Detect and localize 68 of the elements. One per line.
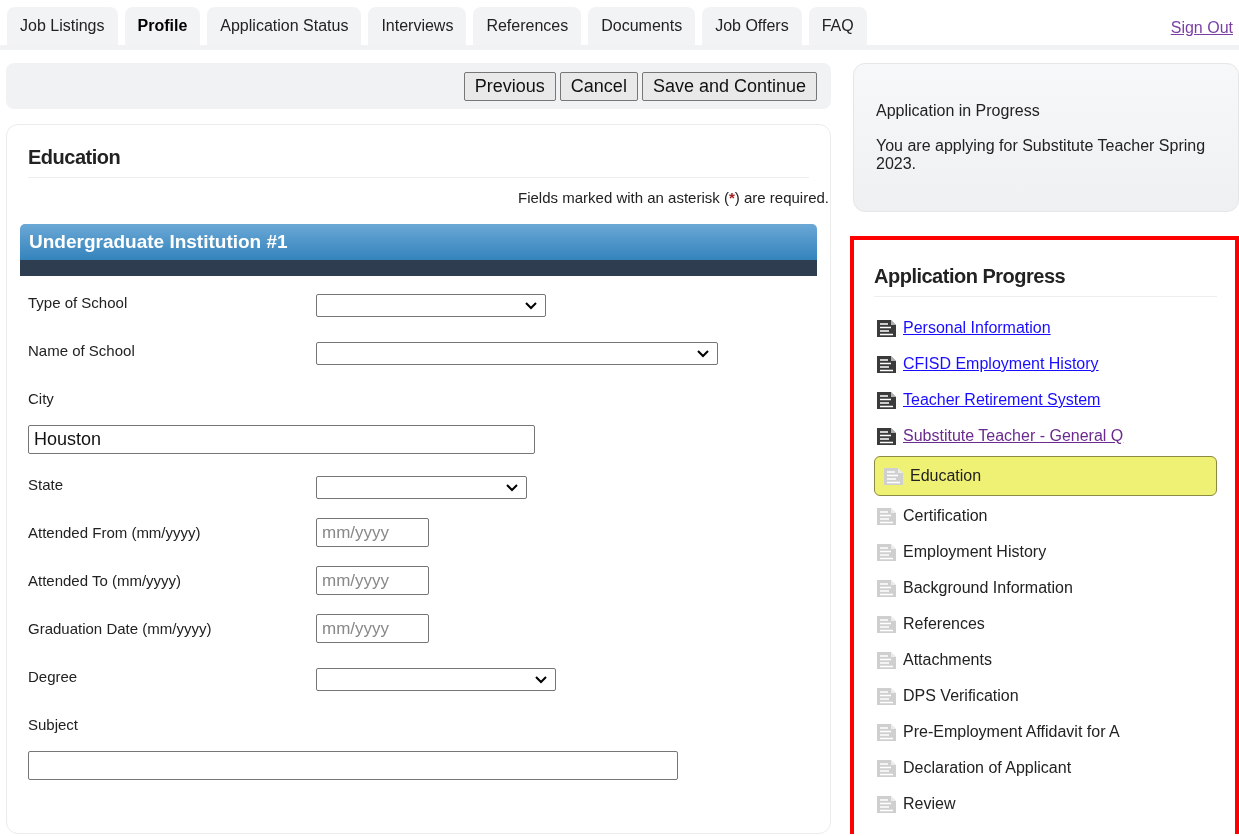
document-icon [877, 651, 896, 669]
field-label: Degree [28, 668, 79, 685]
chevron-down-icon [506, 483, 518, 492]
step-link[interactable]: CFISD Employment History [903, 355, 1099, 373]
tab[interactable]: FAQ [808, 7, 867, 45]
sign-out-link[interactable]: Sign Out [1170, 18, 1233, 37]
step-label: Employment History [903, 543, 1047, 561]
document-icon [877, 355, 896, 373]
tab[interactable]: Application Status [207, 7, 362, 45]
document-icon [877, 723, 896, 741]
step-label: References [903, 615, 985, 633]
field-label: Attended From (mm/yyyy) [28, 524, 202, 541]
document-icon [877, 759, 896, 777]
step-label: Review [903, 795, 956, 813]
section-title: Undergraduate Institution #1 [29, 231, 288, 253]
step-label: Attachments [903, 651, 992, 669]
document-icon [884, 467, 903, 485]
step-link[interactable]: Teacher Retirement System [903, 391, 1101, 409]
section-heading: Education [28, 146, 809, 178]
tab[interactable]: Documents [588, 7, 696, 45]
dropdown[interactable] [316, 476, 527, 499]
field-label: City [28, 390, 55, 407]
tab[interactable]: Job Offers [702, 7, 802, 45]
chevron-down-icon [525, 301, 537, 310]
document-icon [877, 579, 896, 597]
tab[interactable]: Profile [124, 7, 201, 45]
required-note: Fields marked with an asterisk (*) are required. [517, 189, 829, 206]
cancel-button[interactable]: Cancel [559, 71, 638, 101]
dropdown[interactable] [316, 342, 718, 365]
field-label: Graduation Date (mm/yyyy) [28, 620, 213, 637]
info-text: You are applying for Substitute Teacher Spring 2023. [876, 137, 1207, 173]
document-icon [877, 615, 896, 633]
field-label: State [28, 476, 65, 493]
chevron-down-icon [697, 349, 709, 358]
step-label: Certification [903, 507, 988, 525]
field-label: Name of School [28, 342, 136, 359]
input-field[interactable]: mm/yyyy [316, 566, 429, 595]
step-link[interactable]: Personal Information [903, 319, 1051, 337]
chevron-down-icon [535, 675, 547, 684]
step-label: DPS Verification [903, 687, 1019, 705]
input-field[interactable]: mm/yyyy [316, 614, 429, 643]
tab[interactable]: References [473, 7, 582, 45]
document-icon [877, 507, 896, 525]
document-icon [877, 795, 896, 813]
field-label: Type of School [28, 294, 129, 311]
document-icon [877, 543, 896, 561]
step-label: Pre-Employment Affidavit for A [903, 723, 1120, 741]
step-label: Declaration of Applicant [903, 759, 1072, 777]
input-field[interactable]: Houston [28, 425, 535, 454]
save-continue-button[interactable]: Save and Continue [641, 71, 817, 101]
progress-title: Application Progress [874, 265, 1217, 297]
previous-button[interactable]: Previous [463, 71, 556, 101]
input-field[interactable]: mm/yyyy [316, 518, 429, 547]
step-label: Background Information [903, 579, 1073, 597]
field-label: Subject [28, 716, 80, 733]
info-title: Application in Progress [876, 102, 1041, 120]
field-label: Attended To (mm/yyyy) [28, 572, 183, 589]
document-icon [877, 319, 896, 337]
step-label: Education [910, 467, 982, 485]
tab[interactable]: Interviews [368, 7, 467, 45]
dropdown[interactable] [316, 294, 546, 317]
document-icon [877, 687, 896, 705]
input-field[interactable] [28, 751, 678, 780]
dropdown[interactable] [316, 668, 556, 691]
step-link[interactable]: Substitute Teacher - General Q [903, 427, 1124, 445]
tab[interactable]: Job Listings [7, 7, 118, 45]
document-icon [877, 391, 896, 409]
document-icon [877, 427, 896, 445]
